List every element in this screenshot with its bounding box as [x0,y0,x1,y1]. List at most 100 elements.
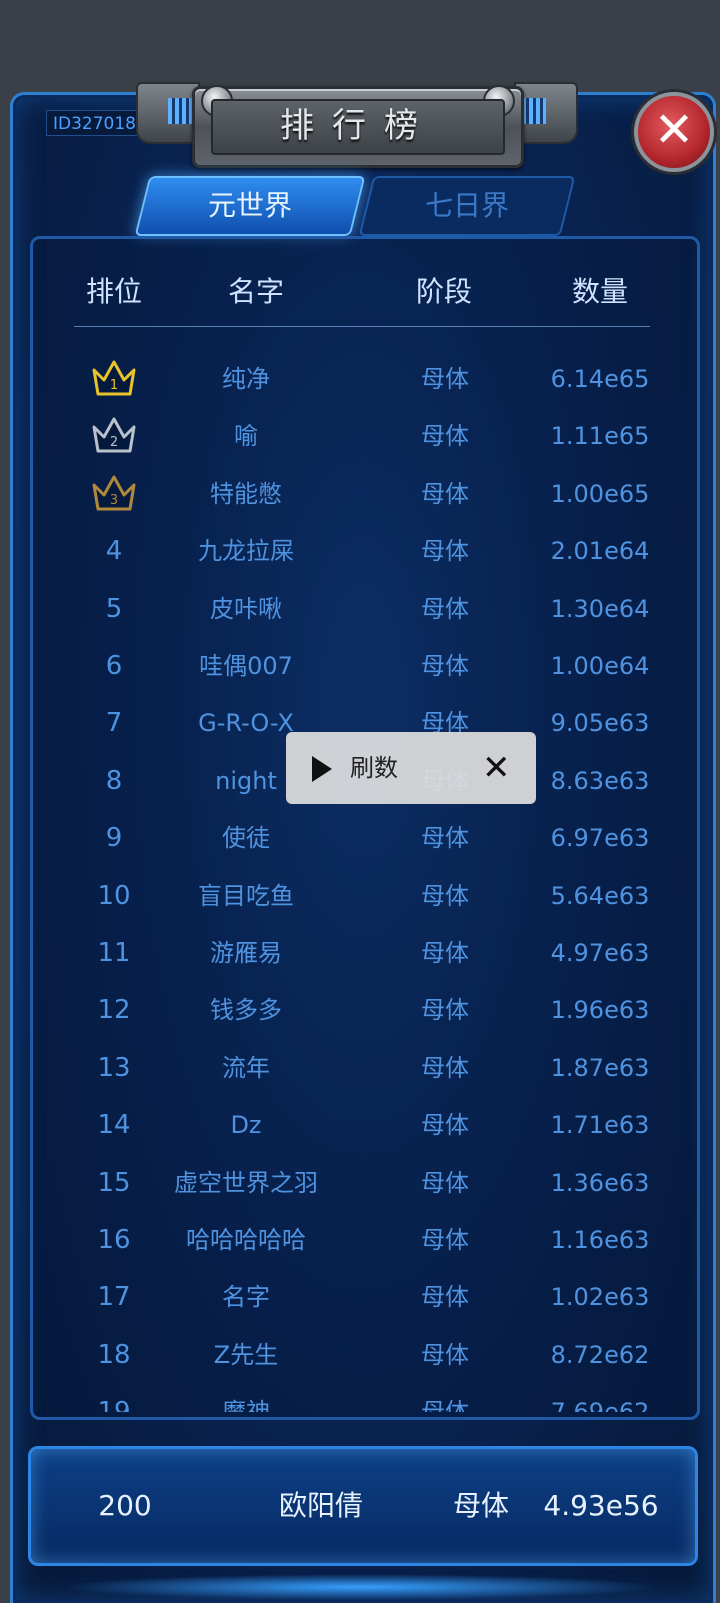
popup-label[interactable]: 刷数 [350,732,398,804]
rank-number: 6 [105,651,123,681]
tab-label: 元世界 [207,189,292,222]
player-name: 流年 [222,1053,270,1082]
crown-rank-icon: 2 [70,407,158,465]
amount-value: 5.64e63 [550,881,650,910]
player-name: 名字 [222,1283,270,1312]
stage-value: 母体 [421,479,469,508]
leaderboard-list[interactable]: 1 纯净 母体 6.14e65 2 喻母体 1.11e65 3 特能憋 母体 1.00e65 4 九龙拉… [0,350,720,1412]
stage-value: 母体 [390,1383,500,1412]
leaderboard-row[interactable]: 12 钱多多 母体 1.96e63 [0,981,720,1039]
stage-value: 母体 [421,939,469,967]
stage-value: 母体 [421,537,469,566]
column-header-amount: 数量 [571,275,628,308]
leaderboard-row[interactable]: 5 皮咔啾 母体 1.30e64 [0,580,720,638]
amount-value: 1.36e63 [550,1168,650,1197]
stage-value: 母体 [421,1168,469,1197]
player-name: 哇偶007 [199,652,293,680]
stage-value: 母体 [421,594,469,623]
player-name: 特能憋 [210,479,282,508]
player-name: 使徒 [222,824,270,853]
player-name: 魔神 [156,1383,336,1412]
rank-number: 17 [97,1282,131,1313]
player-name: 皮咔啾 [210,594,282,623]
rank-number: 18 [97,1339,131,1370]
leaderboard-row[interactable]: 18 Z先生 母体 8.72e62 [0,1326,720,1384]
leaderboard-row[interactable]: 4 九龙拉屎 母体 2.01e64 [0,522,720,580]
stage-value: 母体 [421,422,469,451]
tab-yuanshijie[interactable]: 元世界 [134,176,366,236]
stage-value: 母体 [421,1283,469,1312]
wing-bars [522,98,546,124]
leaderboard-row[interactable]: 17 名字 母体 1.02e63 [0,1268,720,1326]
leaderboard-row[interactable]: 3 特能憋 母体 1.00e65 [0,465,720,523]
rank-number: 11 [97,938,131,968]
amount-value: 9.05e63 [550,709,650,738]
leaderboard-row[interactable]: 15 虚空世界之羽 母体 1.36e63 [0,1154,720,1212]
leaderboard-row[interactable]: 6 哇偶007 母体 1.00e64 [0,637,720,695]
amount-value: 1.96e63 [550,996,650,1025]
leaderboard-row[interactable]: 11 游雁易 母体 4.97e63 [0,924,720,982]
stage-value: 母体 [421,1111,469,1140]
stage-value: 母体 [421,1053,469,1082]
player-name: 虚空世界之羽 [174,1168,318,1197]
column-header-stage: 阶段 [415,275,472,308]
rank-number: 5 [105,593,123,624]
leaderboard-row[interactable]: 16 哈哈哈哈哈 母体 1.16e63 [0,1211,720,1269]
header-divider [74,326,650,327]
stage-value: 母体 [421,365,469,393]
my-name: 欧阳倩 [278,1489,363,1522]
rank-number: 14 [97,1110,131,1141]
tab-qirijie[interactable]: 七日界 [358,176,576,236]
stage-value: 母体 [421,1226,469,1254]
crown-rank-number: 2 [110,435,118,450]
amount-value: 2.01e64 [550,537,650,566]
my-rank: 200 [98,1489,152,1522]
player-name: 哈哈哈哈哈 [186,1226,306,1254]
close-icon: ✕ [653,102,695,158]
wing-bars [168,98,192,124]
crown-rank-icon: 1 [70,350,158,408]
rank-number: 10 [97,880,131,911]
amount-value: 6.97e63 [550,824,650,853]
title-wing-left [136,82,200,144]
leaderboard-row[interactable]: 10 盲目吃鱼 母体 5.64e63 [0,867,720,925]
player-name: 盲目吃鱼 [198,881,294,910]
stage-value: 母体 [421,652,469,680]
amount-value: 6.14e65 [550,365,650,393]
amount-value: 1.30e64 [550,594,650,623]
leaderboard-row[interactable]: 9 使徒 母体 6.97e63 [0,809,720,867]
player-name: Z先生 [213,1340,279,1369]
rank-number: 19 [70,1383,158,1412]
crown-rank-icon: 3 [70,465,158,523]
stage-value: 母体 [421,996,469,1025]
rank-number: 9 [105,823,123,854]
amount-value: 7.69e62 [540,1383,660,1412]
column-header-rank: 排位 [85,275,142,308]
leaderboard-row[interactable]: 13 流年 母体 1.87e63 [0,1039,720,1097]
crown-rank-number: 1 [110,378,118,393]
leaderboard-row[interactable]: 2 喻 母体 1.11e65 [0,407,720,465]
rank-number: 12 [97,995,131,1026]
amount-value: 4.97e63 [550,939,650,967]
my-stage: 母体 [452,1489,509,1522]
close-button[interactable]: ✕ [634,92,714,172]
column-headers: 排位 名字 阶段 数量 [0,270,720,314]
leaderboard-row[interactable]: 14 Dz 母体 1.71e63 [0,1096,720,1154]
player-name: Dz [230,1111,262,1140]
tab-label: 七日界 [424,189,509,222]
play-icon[interactable] [312,756,332,782]
close-icon[interactable]: ✕ [482,732,511,804]
player-name: 喻 [234,422,258,451]
player-name: 钱多多 [210,996,282,1025]
title-plate: 排行榜 [192,85,524,168]
column-header-name: 名字 [227,275,284,308]
rank-number: 7 [105,708,123,739]
leaderboard-row[interactable]: 19魔神 母体 7.69e62 [0,1383,720,1412]
amount-value: 1.16e63 [550,1226,650,1254]
rank-number: 13 [97,1052,131,1083]
leaderboard-row[interactable]: 1 纯净 母体 6.14e65 [0,350,720,408]
amount-value: 8.63e63 [550,766,650,795]
rank-number: 4 [105,536,123,567]
amount-value: 1.71e63 [550,1111,650,1140]
stage-value: 母体 [421,881,469,910]
